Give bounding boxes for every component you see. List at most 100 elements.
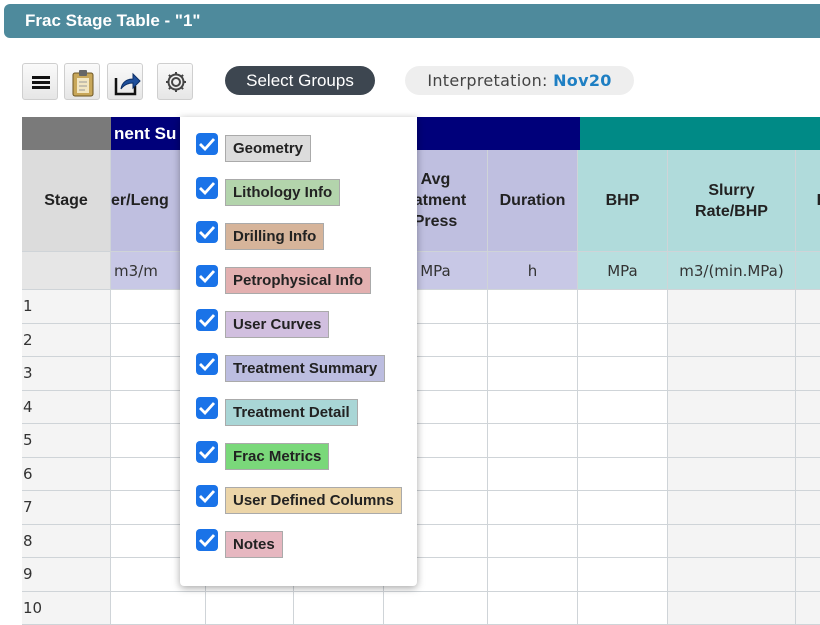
table-cell[interactable] <box>294 592 384 625</box>
table-cell[interactable] <box>796 391 820 425</box>
table-cell[interactable] <box>578 491 668 525</box>
group-checkbox[interactable] <box>196 265 218 287</box>
table-cell[interactable] <box>796 558 820 592</box>
menu-button[interactable] <box>22 63 58 100</box>
share-icon <box>113 69 141 97</box>
table-cell[interactable] <box>488 424 578 458</box>
checkmark-icon <box>199 181 215 195</box>
group-checkbox[interactable] <box>196 221 218 243</box>
table-cell[interactable] <box>668 491 796 525</box>
group-option-label: Notes <box>225 531 283 558</box>
row-number[interactable]: 10 <box>22 592 111 625</box>
table-cell[interactable] <box>578 558 668 592</box>
table-cell[interactable] <box>668 458 796 492</box>
table-cell[interactable] <box>488 558 578 592</box>
column-header[interactable]: BHP <box>578 150 668 252</box>
table-cell[interactable] <box>668 391 796 425</box>
table-cell[interactable] <box>578 391 668 425</box>
table-cell[interactable] <box>668 424 796 458</box>
group-checkbox[interactable] <box>196 529 218 551</box>
table-cell[interactable] <box>796 424 820 458</box>
table-cell[interactable] <box>578 424 668 458</box>
select-groups-button[interactable]: Select Groups <box>225 66 375 95</box>
column-header[interactable]: Duration <box>488 150 578 252</box>
column-header[interactable]: Slurry Rate/BHP <box>668 150 796 252</box>
row-number[interactable]: 7 <box>22 491 111 525</box>
table-cell[interactable] <box>488 592 578 625</box>
table-cell[interactable] <box>668 558 796 592</box>
group-option-label: Petrophysical Info <box>225 267 371 294</box>
interpretation-selector[interactable]: Interpretation: Nov20 <box>405 66 634 95</box>
group-checkbox[interactable] <box>196 485 218 507</box>
table-cell[interactable] <box>206 592 294 625</box>
table-cell[interactable] <box>796 525 820 559</box>
row-number[interactable]: 3 <box>22 357 111 391</box>
table-cell[interactable] <box>796 491 820 525</box>
group-checkbox[interactable] <box>196 309 218 331</box>
checkmark-icon <box>199 357 215 371</box>
column-unit: m3/(min.MPa) <box>668 252 796 290</box>
clipboard-button[interactable] <box>64 63 100 100</box>
share-button[interactable] <box>107 63 143 100</box>
window-title: Frac Stage Table - "1" <box>25 11 200 31</box>
group-option-label: Treatment Detail <box>225 399 358 426</box>
gear-icon <box>163 69 189 95</box>
row-number[interactable]: 4 <box>22 391 111 425</box>
column-unit: MPa <box>578 252 668 290</box>
settings-button[interactable] <box>157 63 193 100</box>
group-checkbox[interactable] <box>196 133 218 155</box>
row-number[interactable]: 5 <box>22 424 111 458</box>
checkmark-icon <box>199 445 215 459</box>
group-checkbox[interactable] <box>196 353 218 375</box>
clipboard-icon <box>70 69 96 97</box>
group-option-label: Drilling Info <box>225 223 324 250</box>
group-checkbox[interactable] <box>196 177 218 199</box>
table-cell[interactable] <box>488 357 578 391</box>
table-cell[interactable] <box>578 592 668 625</box>
table-cell[interactable] <box>488 290 578 324</box>
menu-icon <box>28 69 54 95</box>
column-header[interactable]: Br <box>796 150 820 252</box>
table-cell[interactable] <box>668 290 796 324</box>
table-cell[interactable] <box>796 290 820 324</box>
table-cell[interactable] <box>668 324 796 358</box>
group-option-label: User Curves <box>225 311 329 338</box>
table-cell[interactable] <box>488 525 578 559</box>
table-cell[interactable] <box>668 525 796 559</box>
group-option-label: Geometry <box>225 135 311 162</box>
table-cell[interactable] <box>796 458 820 492</box>
row-number[interactable]: 1 <box>22 290 111 324</box>
table-cell[interactable] <box>796 357 820 391</box>
table-cell[interactable] <box>578 324 668 358</box>
group-checkbox[interactable] <box>196 441 218 463</box>
select-groups-dropdown: GeometryLithology InfoDrilling InfoPetro… <box>180 117 417 586</box>
table-cell[interactable] <box>578 525 668 559</box>
table-cell[interactable] <box>668 592 796 625</box>
table-cell[interactable] <box>796 592 820 625</box>
checkmark-icon <box>199 269 215 283</box>
table-cell[interactable] <box>488 324 578 358</box>
column-unit <box>796 252 820 290</box>
table-cell[interactable] <box>488 458 578 492</box>
table-cell[interactable] <box>111 592 206 625</box>
column-unit <box>22 252 111 290</box>
interpretation-label: Interpretation: <box>427 71 547 90</box>
row-number[interactable]: 9 <box>22 558 111 592</box>
table-cell[interactable] <box>668 357 796 391</box>
table-cell[interactable] <box>488 391 578 425</box>
table-cell[interactable] <box>488 491 578 525</box>
row-number[interactable]: 6 <box>22 458 111 492</box>
table-group-header <box>22 117 111 150</box>
table-cell[interactable] <box>796 324 820 358</box>
table-cell[interactable] <box>578 458 668 492</box>
checkmark-icon <box>199 489 215 503</box>
table-cell[interactable] <box>384 592 488 625</box>
table-cell[interactable] <box>578 290 668 324</box>
group-option-label: Frac Metrics <box>225 443 329 470</box>
table-cell[interactable] <box>578 357 668 391</box>
row-number[interactable]: 2 <box>22 324 111 358</box>
group-checkbox[interactable] <box>196 397 218 419</box>
row-number[interactable]: 8 <box>22 525 111 559</box>
column-header[interactable]: Stage <box>22 150 111 252</box>
checkmark-icon <box>199 137 215 151</box>
